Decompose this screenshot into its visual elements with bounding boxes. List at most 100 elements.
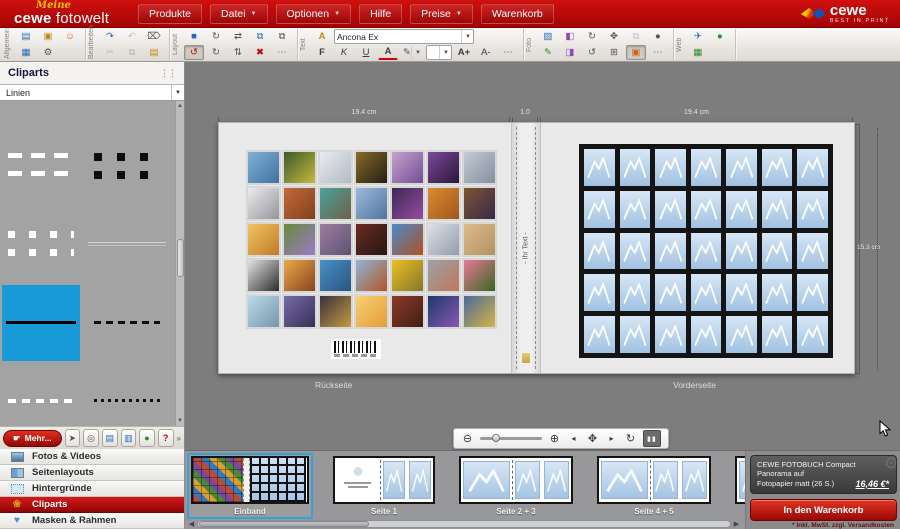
photo-placeholder[interactable] — [797, 149, 828, 186]
rotate-view-icon[interactable]: ↻ — [624, 430, 637, 447]
collage-photo[interactable] — [247, 187, 280, 220]
collage-photo[interactable] — [319, 295, 352, 328]
photo-placeholder[interactable] — [655, 316, 686, 353]
page-thumb-seite-1[interactable]: Seite 1 — [329, 453, 439, 519]
collage-photo[interactable] — [463, 223, 496, 256]
photo-placeholder[interactable] — [584, 316, 615, 353]
photo-hide-icon[interactable]: ● — [648, 29, 668, 44]
underline-button[interactable]: U — [356, 45, 376, 60]
text-more-icon[interactable]: ⋯ — [498, 45, 518, 60]
page-thumb-einband[interactable]: Einband — [187, 453, 313, 519]
zoom-slider[interactable] — [480, 437, 542, 440]
collage-photo[interactable] — [319, 187, 352, 220]
clipart-black-solid-line[interactable] — [2, 285, 80, 361]
clipart-category-select[interactable]: Linien ▼ — [0, 84, 184, 101]
pages-scrollbar[interactable]: ◀ ▶ — [188, 519, 740, 528]
page-thumb-partial[interactable] — [731, 453, 745, 507]
collage-photo[interactable] — [319, 151, 352, 184]
scroll-up-icon[interactable]: ▲ — [177, 101, 183, 111]
photo-placeholder[interactable] — [584, 274, 615, 311]
photo-placeholder[interactable] — [655, 191, 686, 228]
photo-placeholder[interactable] — [726, 191, 757, 228]
sidebar-item-photos[interactable]: Fotos & Videos — [0, 449, 184, 465]
clipart-white-dashed-double[interactable] — [2, 129, 80, 205]
photo-placeholder[interactable] — [797, 274, 828, 311]
layout-clear-icon[interactable]: ✖ — [250, 45, 270, 60]
collage-photo[interactable] — [247, 151, 280, 184]
font-select[interactable]: Ancona Ex▼ — [334, 29, 474, 44]
collage-photo[interactable] — [463, 187, 496, 220]
collage-photo[interactable] — [427, 295, 460, 328]
preview-pointer-icon[interactable]: ➤ — [65, 429, 81, 447]
photo-placeholder[interactable] — [620, 316, 651, 353]
photo-placeholder[interactable] — [691, 274, 722, 311]
zoom-out-icon[interactable]: ⊖ — [461, 430, 474, 447]
photo-placeholder[interactable] — [726, 233, 757, 270]
assistant-icon[interactable]: ☺ — [60, 29, 80, 44]
collage-photo[interactable] — [391, 187, 424, 220]
undo-icon[interactable]: ↶ — [122, 29, 142, 44]
photo-rotate-icon[interactable]: ↻ — [582, 29, 602, 44]
collage-photo[interactable] — [391, 295, 424, 328]
bold-button[interactable]: F — [312, 45, 332, 60]
collage-photo[interactable] — [319, 223, 352, 256]
collage-photo[interactable] — [463, 295, 496, 328]
layout-more-icon[interactable]: ⋯ — [272, 45, 292, 60]
collage-photo[interactable] — [355, 223, 388, 256]
photo-effect-icon[interactable]: ↺ — [582, 45, 602, 60]
delete-icon[interactable]: ⌦ — [144, 29, 164, 44]
collage-photo[interactable] — [247, 223, 280, 256]
collage-photo[interactable] — [427, 187, 460, 220]
collage-photo[interactable] — [391, 259, 424, 292]
layout-flip-v-icon[interactable]: ⇅ — [228, 45, 248, 60]
layout-undo-icon[interactable]: ↺ — [184, 45, 204, 60]
font-color-icon[interactable]: A — [378, 45, 398, 60]
web-globe-icon[interactable]: ● — [710, 29, 730, 44]
collage-photo[interactable] — [355, 295, 388, 328]
font-larger-button[interactable]: A+ — [454, 45, 474, 60]
photo-placeholder[interactable] — [762, 274, 793, 311]
photo-split-icon[interactable]: ⊞ — [604, 45, 624, 60]
zoom-in-icon[interactable]: ⊕ — [548, 430, 561, 447]
layout-rotate-icon[interactable]: ↻ — [206, 29, 226, 44]
collage-photo[interactable] — [355, 151, 388, 184]
product-info-box[interactable]: ⚙ CEWE FOTOBUCH Compact Panorama auf Fot… — [750, 455, 897, 494]
photo-copy-icon[interactable]: ⧉ — [626, 29, 646, 44]
font-smaller-button[interactable]: A- — [476, 45, 496, 60]
scrollbar-thumb[interactable] — [177, 239, 184, 277]
scroll-right-icon[interactable]: ▶ — [733, 520, 740, 528]
photo-placeholder[interactable] — [691, 191, 722, 228]
collage-photo[interactable] — [463, 259, 496, 292]
gear-icon[interactable]: ⚙ — [884, 455, 897, 474]
panel-grip-icon[interactable]: ⋮⋮ — [160, 68, 176, 79]
collage-photo[interactable] — [283, 151, 316, 184]
photo-placeholder[interactable] — [726, 149, 757, 186]
search-zoom-icon[interactable]: ◎ — [83, 429, 99, 447]
font-preview-icon[interactable]: A — [312, 29, 332, 44]
book-spread[interactable]: - Ihr Text - — [218, 122, 855, 374]
settings-icon[interactable]: ⚙ — [38, 45, 58, 60]
collage-photo[interactable] — [283, 223, 316, 256]
layout-select-icon[interactable]: ■ — [184, 29, 204, 44]
photo-placeholder[interactable] — [726, 274, 757, 311]
photo-more-icon[interactable]: ⋯ — [648, 45, 668, 60]
collage-photo[interactable] — [355, 187, 388, 220]
text-style-icon[interactable]: ✎▼ — [400, 45, 424, 60]
photo-placeholder[interactable] — [620, 233, 651, 270]
clipart-black-dashed-line[interactable] — [88, 285, 166, 361]
collage-photo[interactable] — [247, 259, 280, 292]
menu-item-produkte[interactable]: Produkte — [138, 4, 202, 24]
photo-insert-icon[interactable]: ▨ — [538, 29, 558, 44]
clipart-scrollbar[interactable]: ▲ ▼ — [175, 101, 184, 426]
photo-placeholder[interactable] — [584, 149, 615, 186]
photo-placeholder[interactable] — [762, 316, 793, 353]
photo-placeholder[interactable] — [762, 191, 793, 228]
pages-scrollbar-thumb[interactable] — [199, 521, 369, 527]
photo-placeholder[interactable] — [655, 149, 686, 186]
book-spine[interactable]: - Ihr Text - — [511, 123, 541, 373]
cut-icon[interactable]: ✂ — [100, 45, 120, 60]
page-thumb-seite-2-3[interactable]: Seite 2 + 3 — [455, 453, 577, 519]
scroll-left-icon[interactable]: ◀ — [188, 520, 195, 528]
book-view-icon[interactable]: ▥ — [121, 429, 137, 447]
photo-placeholder[interactable] — [691, 233, 722, 270]
